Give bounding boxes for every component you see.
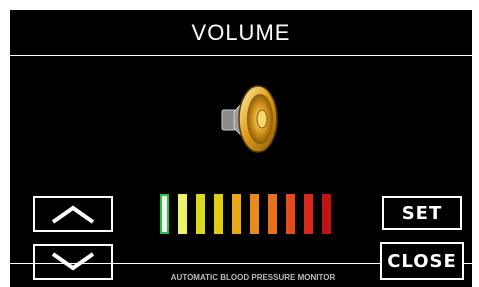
- volume-level-bar: [178, 194, 187, 234]
- set-button-label: SET: [401, 202, 443, 224]
- volume-up-button[interactable]: [33, 196, 113, 232]
- close-button-label: CLOSE: [387, 250, 457, 272]
- volume-level-bar: [232, 194, 241, 234]
- volume-level-bar: [322, 194, 331, 234]
- chevron-up-icon: [51, 205, 95, 224]
- page-title: VOLUME: [191, 20, 291, 45]
- volume-level-bar: [214, 194, 223, 234]
- volume-level-bar: [268, 194, 277, 234]
- title-divider: [10, 55, 472, 56]
- set-button[interactable]: SET: [382, 196, 462, 230]
- speaker-icon: [221, 85, 278, 153]
- volume-level-bar: [196, 194, 205, 234]
- volume-level-bar: [250, 194, 259, 234]
- volume-level-bar: [286, 194, 295, 234]
- volume-level-bar: [160, 194, 169, 234]
- device-frame: VOLUME SET CLOSE AUTOMATIC BLOOD PRESSUR…: [0, 0, 479, 287]
- volume-screen: VOLUME SET CLOSE AUTOMATIC BLOOD PRESSUR…: [10, 10, 472, 287]
- volume-level-bar: [304, 194, 313, 234]
- volume-down-button[interactable]: [33, 244, 113, 280]
- volume-level-meter: [160, 194, 336, 234]
- close-button[interactable]: CLOSE: [380, 242, 464, 280]
- chevron-down-icon: [51, 252, 95, 271]
- device-footer-label: AUTOMATIC BLOOD PRESSURE MONITOR: [170, 273, 336, 282]
